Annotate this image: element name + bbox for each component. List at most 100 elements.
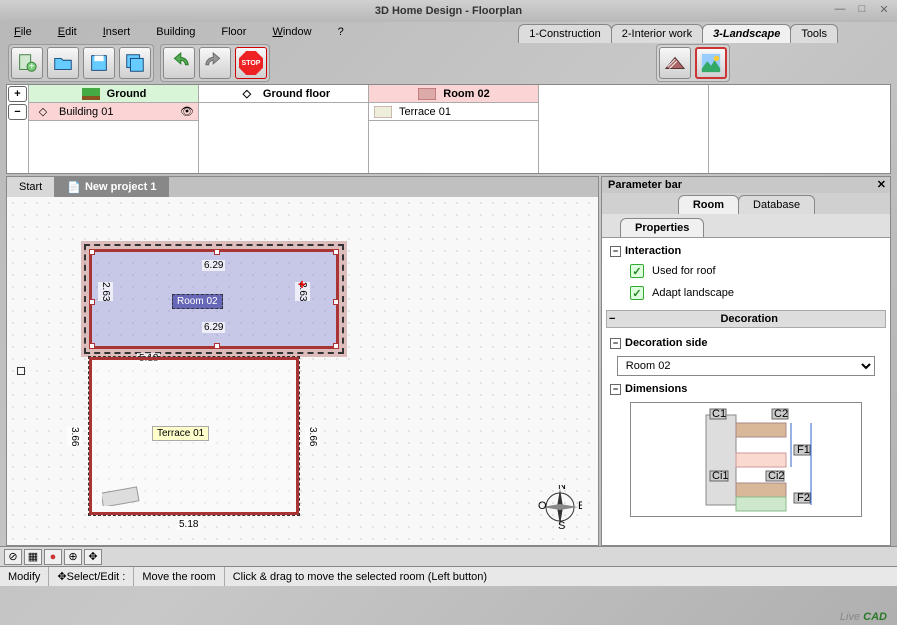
dimension-518b: 5.18 xyxy=(177,519,200,530)
hierarchy-expand-button[interactable]: + xyxy=(8,86,27,102)
window-title: 3D Home Design - Floorplan xyxy=(375,5,522,17)
floorplan-canvas[interactable]: Room 02 6.29 6.29 2.63 2.63 + 5.18 Terra… xyxy=(7,197,598,545)
terrace-label[interactable]: Terrace 01 xyxy=(152,426,209,441)
svg-text:F1: F1 xyxy=(797,444,810,456)
svg-text:O: O xyxy=(538,500,547,512)
label-adapt-landscape: Adapt landscape xyxy=(652,287,734,299)
menu-help[interactable]: ? xyxy=(334,24,348,40)
tool-point[interactable]: ● xyxy=(44,549,62,565)
redo-button[interactable] xyxy=(199,47,231,79)
close-button[interactable]: ✕ xyxy=(877,2,891,16)
mode-tabs: 1-Construction 2-Interior work 3-Landsca… xyxy=(518,24,837,43)
dimension-366-left: 3.66 xyxy=(67,427,82,446)
collapse-icon[interactable]: − xyxy=(610,246,621,257)
maximize-button[interactable]: □ xyxy=(855,2,869,16)
menu-window[interactable]: Window xyxy=(268,24,315,40)
terrace-icon xyxy=(373,105,393,119)
hierarchy-panel: + − Ground ◇ Building 01 👁 ◇ Ground floo… xyxy=(6,84,891,174)
tab-construction[interactable]: 1-Construction xyxy=(518,24,612,43)
main-toolbar: + STOP xyxy=(0,42,897,84)
hierarchy-terrace-row[interactable]: Terrace 01 xyxy=(369,103,538,121)
app-logo: Live CAD xyxy=(840,611,887,623)
section-decoration-header[interactable]: −Decoration xyxy=(606,310,886,328)
hierarchy-ground-header[interactable]: Ground xyxy=(29,85,198,103)
roof-tool-button[interactable] xyxy=(659,47,691,79)
open-button[interactable] xyxy=(47,47,79,79)
minimize-button[interactable]: — xyxy=(833,2,847,16)
checkbox-adapt-landscape[interactable]: ✓ xyxy=(630,286,644,300)
dimension-366-right: 3.66 xyxy=(305,427,320,446)
tool-move[interactable]: ✥ xyxy=(84,549,102,565)
status-action: Move the room xyxy=(134,567,224,586)
floorplan-canvas-panel: Start 📄 New project 1 Room 02 6.29 6.29 … xyxy=(6,176,599,546)
tool-snap[interactable]: ⊕ xyxy=(64,549,82,565)
section-interaction[interactable]: − Interaction xyxy=(610,242,882,260)
ground-icon xyxy=(81,87,101,101)
tab-tools[interactable]: Tools xyxy=(790,24,838,43)
dimension-top: 6.29 xyxy=(202,260,225,271)
tool-cancel[interactable]: ⊘ xyxy=(4,549,22,565)
save-as-button[interactable] xyxy=(119,47,151,79)
room-02-shape[interactable]: Room 02 6.29 6.29 2.63 2.63 + xyxy=(89,249,339,349)
menu-file[interactable]: File xyxy=(10,24,36,40)
room-icon xyxy=(417,87,437,101)
undo-button[interactable] xyxy=(163,47,195,79)
visibility-icon[interactable]: 👁 xyxy=(180,105,194,118)
svg-text:C1: C1 xyxy=(712,408,726,420)
dimension-left: 2.63 xyxy=(98,282,113,301)
cross-marker-icon: + xyxy=(298,276,306,292)
svg-text:Ci2: Ci2 xyxy=(768,470,785,482)
section-decoration-side[interactable]: − Decoration side xyxy=(610,334,882,352)
svg-text:+: + xyxy=(29,61,35,72)
svg-text:E: E xyxy=(578,500,582,512)
menu-edit[interactable]: Edit xyxy=(54,24,81,40)
svg-text:F2: F2 xyxy=(797,492,810,504)
canvas-tab-start[interactable]: Start xyxy=(7,177,55,197)
origin-marker xyxy=(17,367,25,375)
tab-interior[interactable]: 2-Interior work xyxy=(611,24,703,43)
status-modify: Modify xyxy=(0,567,49,586)
room-02-label[interactable]: Room 02 xyxy=(172,294,223,309)
parameter-panel: Parameter bar ✕ Room Database Properties… xyxy=(601,176,891,546)
checkbox-used-for-roof[interactable]: ✓ xyxy=(630,264,644,278)
label-used-for-roof: Used for roof xyxy=(652,265,716,277)
new-button[interactable]: + xyxy=(11,47,43,79)
menu-building[interactable]: Building xyxy=(152,24,199,40)
param-tab-room[interactable]: Room xyxy=(678,195,739,214)
svg-text:N: N xyxy=(558,485,566,492)
menu-floor[interactable]: Floor xyxy=(217,24,250,40)
param-subtab-properties[interactable]: Properties xyxy=(620,218,704,237)
terrace-shape[interactable]: Terrace 01 xyxy=(89,357,299,515)
section-dimensions[interactable]: − Dimensions xyxy=(610,380,882,398)
canvas-tab-project[interactable]: 📄 New project 1 xyxy=(55,177,169,197)
compass-icon: N S E O xyxy=(538,485,582,529)
menu-insert[interactable]: Insert xyxy=(99,24,135,40)
floor-icon: ◇ xyxy=(237,87,257,101)
hierarchy-room02-header[interactable]: Room 02 xyxy=(369,85,538,103)
status-bar: Modify ✥ Select/Edit : Move the room Cli… xyxy=(0,566,897,586)
dimensions-diagram: C1 C2 F1 F2 Ci1 Ci2 xyxy=(630,402,862,517)
hierarchy-collapse-button[interactable]: − xyxy=(8,104,27,120)
landscape-tool-button[interactable] xyxy=(695,47,727,79)
collapse-icon[interactable]: − xyxy=(610,384,621,395)
stop-button[interactable]: STOP xyxy=(235,47,267,79)
hierarchy-groundfloor-header[interactable]: ◇ Ground floor xyxy=(199,85,368,103)
svg-text:C2: C2 xyxy=(774,408,788,420)
project-icon: 📄 xyxy=(67,181,81,194)
building-icon: ◇ xyxy=(33,105,53,119)
param-tab-database[interactable]: Database xyxy=(738,195,815,214)
decoration-side-select[interactable]: Room 02 xyxy=(617,356,875,376)
dimension-bottom: 6.29 xyxy=(202,322,225,333)
tab-landscape[interactable]: 3-Landscape xyxy=(702,24,791,43)
svg-text:S: S xyxy=(558,520,565,529)
canvas-toolbar: ⊘ ▦ ● ⊕ ✥ xyxy=(0,546,897,566)
tool-grid[interactable]: ▦ xyxy=(24,549,42,565)
collapse-icon[interactable]: − xyxy=(610,338,621,349)
hierarchy-building-row[interactable]: ◇ Building 01 👁 xyxy=(29,103,198,121)
parameter-close-button[interactable]: ✕ xyxy=(877,178,886,191)
furniture-icon[interactable] xyxy=(102,480,142,506)
status-select: ✥ Select/Edit : xyxy=(49,567,134,586)
save-button[interactable] xyxy=(83,47,115,79)
title-bar: 3D Home Design - Floorplan — □ ✕ xyxy=(0,0,897,22)
svg-text:Ci1: Ci1 xyxy=(712,470,729,482)
